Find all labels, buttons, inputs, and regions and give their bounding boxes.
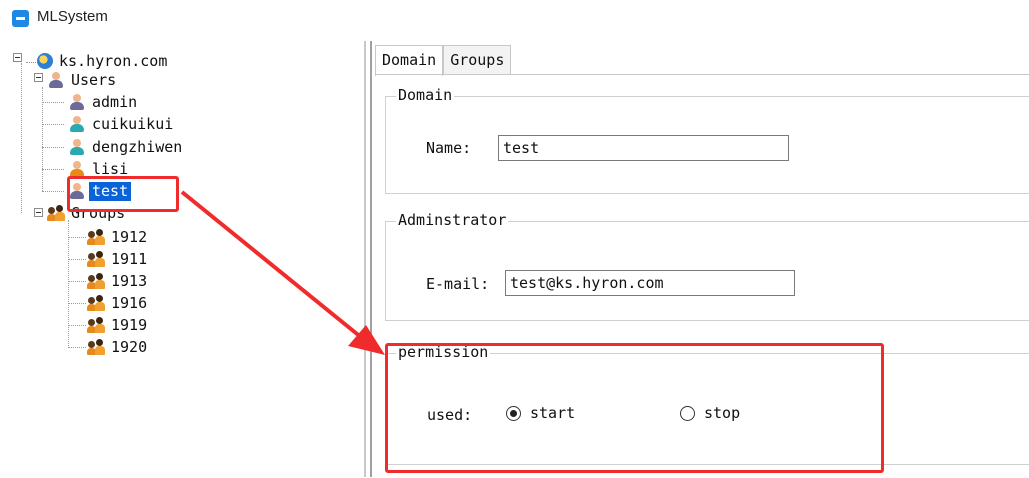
annotation-box-user <box>67 176 179 212</box>
group-folder-icon <box>47 204 65 222</box>
tab-bar: Domain Groups <box>375 45 512 76</box>
tab-domain[interactable]: Domain <box>375 45 444 76</box>
group-icon <box>87 250 105 268</box>
tree-line <box>21 63 22 213</box>
tree-node-group[interactable]: 1912 <box>87 227 150 247</box>
tree-line <box>42 191 64 192</box>
group-icon <box>87 316 105 334</box>
email-label: E-mail: <box>426 275 490 293</box>
tree-node-group[interactable]: 1919 <box>87 315 150 335</box>
window-title: MLSystem <box>37 8 108 25</box>
name-input[interactable]: test <box>498 135 789 161</box>
tree-node-group[interactable]: 1916 <box>87 293 150 313</box>
domain-icon <box>37 53 53 69</box>
tree-line <box>42 169 64 170</box>
collapse-groups-icon[interactable] <box>34 208 43 217</box>
tree-node-user[interactable]: cuikuikui <box>68 114 176 134</box>
tree-line <box>68 220 69 348</box>
user-icon <box>68 115 86 133</box>
domain-section-title: Domain <box>396 86 455 104</box>
administrator-section-title: Adminstrator <box>396 211 509 229</box>
tree-pane[interactable]: ks.hyron.com Users admin cuikuikui dengz… <box>0 41 364 477</box>
title-bar: MLSystem <box>0 0 1029 38</box>
email-input[interactable]: test@ks.hyron.com <box>505 270 795 296</box>
tree-line <box>68 281 86 282</box>
tree-node-user[interactable]: dengzhiwen <box>68 137 185 157</box>
tree-node-group[interactable]: 1913 <box>87 271 150 291</box>
tree-line <box>42 147 64 148</box>
annotation-box-permission <box>385 343 884 473</box>
tree-node-group[interactable]: 1911 <box>87 249 150 269</box>
tree-node-domain[interactable]: ks.hyron.com <box>37 51 170 71</box>
collapse-users-icon[interactable] <box>34 73 43 82</box>
app-icon <box>12 10 29 27</box>
tree-line <box>68 237 86 238</box>
tree-line <box>42 102 64 103</box>
user-icon <box>68 93 86 111</box>
group-icon <box>87 338 105 356</box>
user-folder-icon <box>47 71 65 89</box>
tree-line <box>26 62 36 63</box>
tab-groups[interactable]: Groups <box>443 45 512 74</box>
collapse-root-icon[interactable] <box>13 53 22 62</box>
tree-node-user[interactable]: admin <box>68 92 140 112</box>
tree-line <box>68 325 86 326</box>
tree-line <box>68 259 86 260</box>
user-icon <box>68 138 86 156</box>
splitter[interactable] <box>364 41 366 477</box>
tree-line <box>68 303 86 304</box>
group-icon <box>87 294 105 312</box>
group-icon <box>87 272 105 290</box>
tree-node-group[interactable]: 1920 <box>87 337 150 357</box>
tree-line <box>42 124 64 125</box>
name-label: Name: <box>426 139 472 157</box>
group-icon <box>87 228 105 246</box>
tree-node-users[interactable]: Users <box>47 70 119 90</box>
tree-line <box>68 347 86 348</box>
